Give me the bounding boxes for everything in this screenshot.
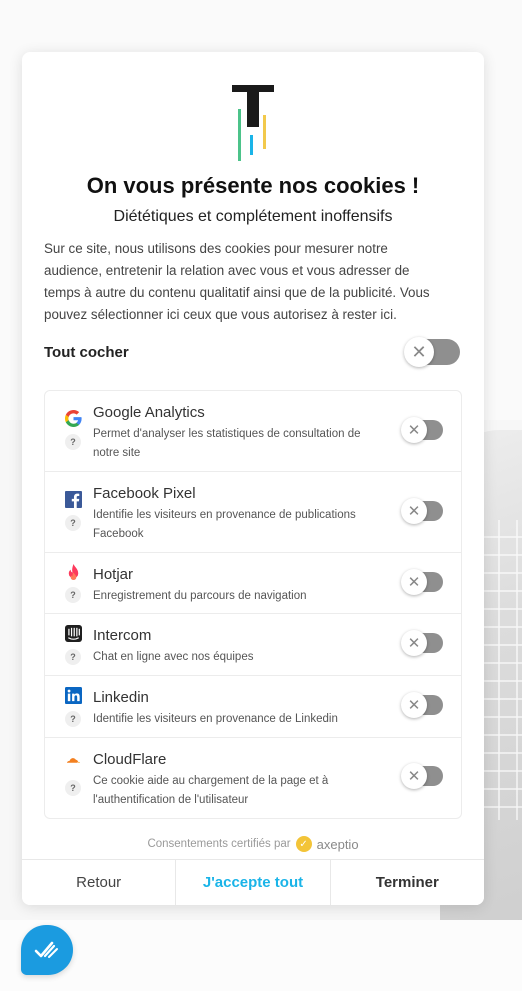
service-row-google-analytics: ? Google Analytics Permet d'analyser les… <box>45 391 461 472</box>
modal-description: Sur ce site, nous utilisons des cookies … <box>44 241 430 322</box>
consent-certification: Consentements certifiés par ✓ axeptio <box>22 836 484 852</box>
service-toggle-cloudflare[interactable]: ✕ <box>401 763 443 789</box>
check-all-label: Tout cocher <box>44 344 129 361</box>
axeptio-brand: axeptio <box>316 836 359 852</box>
service-description: Enregistrement du parcours de navigation <box>93 590 307 602</box>
service-name: Linkedin <box>93 689 149 706</box>
help-button[interactable]: ? <box>65 780 81 796</box>
help-button[interactable]: ? <box>65 587 81 603</box>
service-row-cloudflare: ? CloudFlare Ce cookie aide au chargemen… <box>45 738 461 818</box>
service-row-hotjar: ? Hotjar Enregistrement du parcours de n… <box>45 553 461 614</box>
service-description: Chat en ligne avec nos équipes <box>93 651 254 663</box>
service-row-facebook-pixel: ? Facebook Pixel Identifie les visiteurs… <box>45 472 461 553</box>
axeptio-check-icon <box>34 941 58 958</box>
service-name: Hotjar <box>93 566 134 583</box>
service-toggle-linkedin[interactable]: ✕ <box>401 692 443 718</box>
background-bottom <box>0 920 522 991</box>
close-icon: ✕ <box>404 337 434 367</box>
close-icon: ✕ <box>401 630 427 656</box>
facebook-icon <box>65 491 82 508</box>
site-logo <box>232 85 274 161</box>
action-bar: Retour J'accepte tout Terminer <box>22 859 484 905</box>
help-button[interactable]: ? <box>65 649 81 665</box>
help-button[interactable]: ? <box>65 515 81 531</box>
service-row-linkedin: ? Linkedin Identifie les visiteurs en pr… <box>45 676 461 738</box>
close-icon: ✕ <box>401 417 427 443</box>
hotjar-icon <box>68 564 79 581</box>
help-button[interactable]: ? <box>65 711 81 727</box>
close-icon: ✕ <box>401 569 427 595</box>
close-icon: ✕ <box>401 498 427 524</box>
service-name: Intercom <box>93 627 152 644</box>
service-toggle-intercom[interactable]: ✕ <box>401 630 443 656</box>
modal-subtitle: Diététiques et complétement inoffensifs <box>113 208 393 225</box>
help-button[interactable]: ? <box>65 434 81 450</box>
service-toggle-facebook-pixel[interactable]: ✕ <box>401 498 443 524</box>
certification-text: Consentements certifiés par <box>147 838 291 850</box>
cloudflare-icon <box>66 758 81 763</box>
cookie-consent-modal: On vous présente nos cookies ! Diététiqu… <box>22 52 484 905</box>
cookie-widget-button[interactable] <box>21 925 73 975</box>
modal-title: On vous présente nos cookies ! <box>86 173 420 198</box>
background-keyboard-image <box>480 520 522 820</box>
axeptio-logo-icon: ✓ <box>295 836 312 852</box>
check-all-toggle[interactable]: ✕ <box>404 337 460 367</box>
accept-all-button[interactable]: J'accepte tout <box>176 860 331 905</box>
service-description: Identifie les visiteurs en provenance de… <box>93 509 356 540</box>
back-button[interactable]: Retour <box>22 860 177 905</box>
close-icon: ✕ <box>401 763 427 789</box>
service-name: Facebook Pixel <box>93 485 196 502</box>
service-toggle-hotjar[interactable]: ✕ <box>401 569 443 595</box>
service-list: ? Google Analytics Permet d'analyser les… <box>44 390 462 819</box>
service-row-intercom: ? Intercom Chat en ligne avec nos équipe… <box>45 614 461 676</box>
google-icon <box>65 410 82 427</box>
service-toggle-google-analytics[interactable]: ✕ <box>401 417 443 443</box>
service-description: Permet d'analyser les statistiques de co… <box>93 428 361 459</box>
finish-button[interactable]: Terminer <box>330 860 484 905</box>
intercom-icon <box>65 625 82 642</box>
linkedin-icon <box>65 687 82 704</box>
close-icon: ✕ <box>401 692 427 718</box>
service-description: Ce cookie aide au chargement de la page … <box>93 775 329 806</box>
service-name: Google Analytics <box>93 404 205 421</box>
service-description: Identifie les visiteurs en provenance de… <box>93 713 338 725</box>
service-name: CloudFlare <box>93 751 167 768</box>
